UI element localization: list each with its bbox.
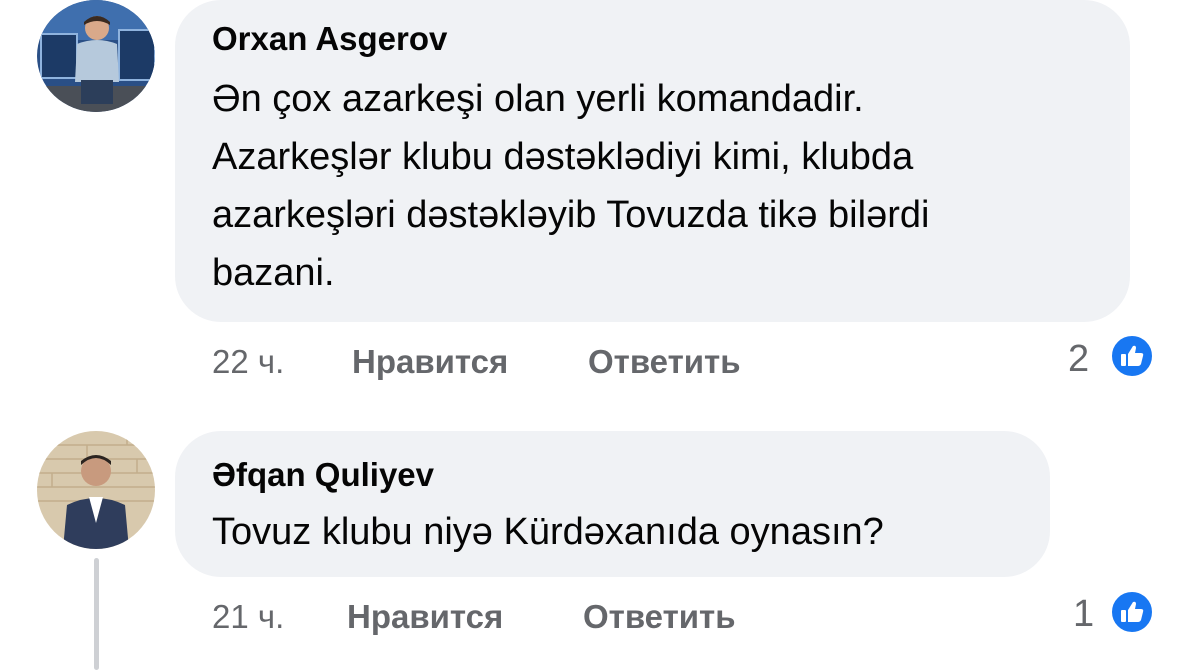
comment-author[interactable]: Orxan Asgerov [212,20,447,58]
avatar[interactable] [37,0,155,112]
reaction-count[interactable]: 2 [1068,338,1089,381]
like-icon[interactable] [1110,334,1154,378]
comment-text-line: azarkeşləri dəstəkləyib Tovuzda tikə bil… [212,194,930,236]
reply-button[interactable]: Ответить [583,598,736,636]
comment-text-line: Ən çox azarkeşi olan yerli komandadir. [212,78,864,120]
comment-author[interactable]: Əfqan Quliyev [212,456,434,494]
reply-button[interactable]: Ответить [588,343,741,381]
comment-text-line: bazani. [212,252,335,294]
like-button[interactable]: Нравится [352,343,508,381]
like-button[interactable]: Нравится [347,598,503,636]
thread-line [94,558,99,670]
like-icon[interactable] [1110,590,1154,634]
avatar[interactable] [37,431,155,549]
comment-text-line: Tovuz klubu niyə Kürdəxanıda oynasın? [212,511,884,553]
comment-time[interactable]: 22 ч. [212,343,284,381]
comment-time[interactable]: 21 ч. [212,598,284,636]
comment-text-line: Azarkeşlər klubu dəstəklədiyi kimi, klub… [212,136,914,178]
reaction-count[interactable]: 1 [1073,593,1094,636]
